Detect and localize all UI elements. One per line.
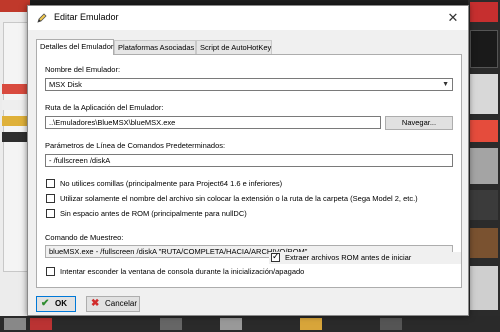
hide-console-label: Intentar esconder la ventana de consola … [60, 267, 305, 276]
background-game-cover [470, 190, 498, 220]
background-app-right [468, 0, 500, 332]
background-game-cover [470, 74, 498, 114]
extract-roms-option: Extraer archivos ROM antes de iniciar [269, 251, 461, 264]
default-params-input[interactable]: - /fullscreen /diskA [45, 154, 453, 167]
cancel-button[interactable]: ✖ Cancelar [86, 296, 140, 312]
no-space-before-rom-label: Sin espacio antes de ROM (principalmente… [60, 209, 247, 218]
ok-button[interactable]: ✔ OK [36, 296, 76, 312]
background-tile [220, 318, 242, 330]
background-thumbnail [2, 84, 28, 94]
background-app-bottom [0, 316, 500, 332]
emulator-name-combobox[interactable]: MSX Disk ▼ [45, 78, 453, 91]
no-quotes-checkbox[interactable] [46, 179, 55, 188]
background-tile [30, 318, 52, 330]
background-tile [4, 318, 26, 330]
dialog-title: Editar Emulador [54, 12, 119, 22]
app-path-input[interactable]: ..\Emuladores\BlueMSX\blueMSX.exe [45, 116, 381, 129]
background-thumbnail [2, 116, 28, 126]
background-tile [160, 318, 182, 330]
extract-roms-checkbox[interactable] [271, 251, 280, 262]
no-quotes-label: No utilices comillas (principalmente par… [60, 179, 283, 188]
background-thumbnail [0, 0, 30, 12]
background-tile [380, 318, 402, 330]
app-path-label: Ruta de la Aplicación del Emulador: [45, 103, 164, 112]
cancel-button-label: Cancelar [105, 299, 138, 308]
default-params-label: Parámetros de Línea de Comandos Predeter… [45, 141, 226, 150]
background-game-cover [470, 2, 498, 22]
background-thumbnail [2, 100, 28, 110]
background-tile [300, 318, 322, 330]
background-game-cover [470, 228, 498, 258]
no-space-before-rom-checkbox[interactable] [46, 209, 55, 218]
background-game-cover [470, 30, 498, 68]
tab-emulator-details[interactable]: Detalles del Emulador [36, 39, 114, 55]
background-app-left [0, 0, 30, 332]
edit-emulator-dialog: Editar Emulador ✕ Detalles del Emulador … [27, 5, 469, 316]
background-panel [3, 22, 29, 272]
tab-associated-platforms[interactable]: Plataformas Asociadas [114, 40, 196, 54]
filename-only-label: Utilizar solamente el nombre del archivo… [60, 194, 418, 203]
emulator-name-value: MSX Disk [49, 80, 82, 89]
edit-pencil-icon [37, 13, 47, 23]
tab-autohotkey-script[interactable]: Script de AutoHotKey [196, 40, 272, 54]
browse-button[interactable]: Navegar... [385, 116, 453, 130]
background-game-cover [470, 148, 498, 184]
title-bar[interactable]: Editar Emulador ✕ [28, 6, 468, 30]
chevron-down-icon: ▼ [442, 81, 449, 88]
close-button[interactable]: ✕ [444, 9, 462, 27]
hide-console-checkbox[interactable] [46, 267, 55, 276]
extract-roms-label: Extraer archivos ROM antes de iniciar [285, 253, 412, 262]
filename-only-checkbox[interactable] [46, 194, 55, 203]
background-game-cover [470, 266, 498, 310]
background-thumbnail [2, 132, 28, 142]
background-game-cover [470, 120, 498, 142]
cross-icon: ✖ [91, 298, 100, 309]
ok-button-label: OK [55, 299, 67, 308]
sample-command-label: Comando de Muestreo: [45, 233, 124, 242]
checkmark-icon: ✔ [41, 298, 50, 309]
emulator-name-label: Nombre del Emulador: [45, 65, 121, 74]
